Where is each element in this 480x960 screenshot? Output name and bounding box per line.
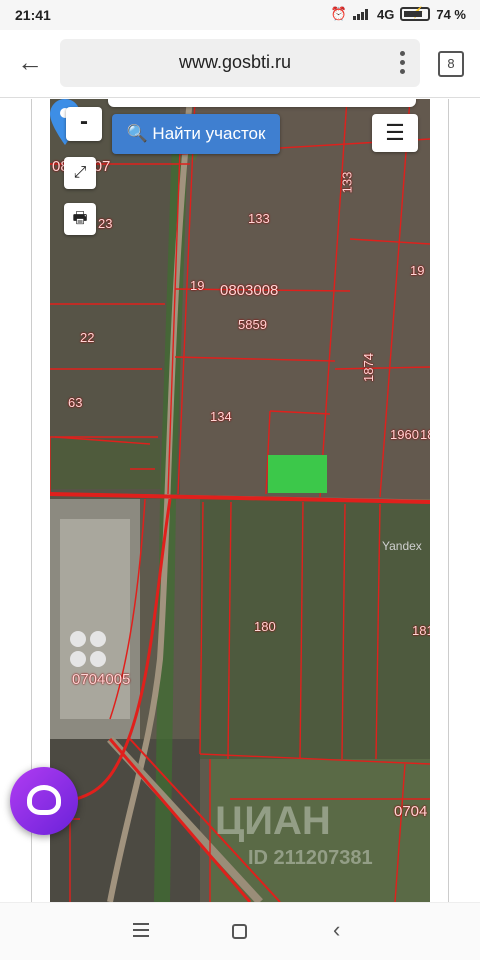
- search-icon: 🔍: [126, 124, 148, 143]
- network-type: 4G: [377, 6, 395, 22]
- parcel-label: 1874: [360, 353, 376, 382]
- watermark-id: ID 211207381: [248, 847, 373, 869]
- selected-parcel[interactable]: [268, 455, 327, 493]
- parcel-label: 1960: [390, 427, 419, 442]
- map-search-field[interactable]: [108, 99, 416, 107]
- browser-toolbar: ← www.gosbti.ru 8: [0, 30, 480, 98]
- battery-percent: 74 %: [436, 6, 466, 22]
- watermark: ЦИАН: [215, 799, 331, 843]
- map-attribution: Yandex: [382, 539, 422, 553]
- layers-menu-button[interactable]: ☰: [372, 114, 418, 152]
- parcel-label: 0704: [394, 803, 428, 820]
- alice-glyph: [27, 785, 61, 815]
- parcel-label: 22: [80, 330, 95, 345]
- kebab-menu-icon[interactable]: [396, 51, 408, 75]
- recent-apps-icon[interactable]: [133, 923, 149, 937]
- url-bar[interactable]: www.gosbti.ru: [60, 39, 420, 87]
- parcel-label: 0803008: [220, 282, 279, 299]
- system-nav-bar: ‹: [0, 902, 480, 960]
- url-text: www.gosbti.ru: [178, 52, 292, 72]
- parcel-label: 5859: [238, 317, 267, 332]
- back-arrow-icon[interactable]: ←: [16, 48, 44, 76]
- battery-charging-icon: ⚡: [400, 7, 431, 21]
- alice-assistant-icon[interactable]: [10, 767, 78, 835]
- parcel-label: 180: [254, 619, 276, 634]
- parcel-label: 0704005: [72, 671, 131, 688]
- back-icon[interactable]: ‹: [333, 919, 340, 941]
- parcel-label: 133: [248, 211, 270, 226]
- signal-icon: [353, 8, 371, 20]
- alarm-icon: ⏰: [330, 6, 348, 21]
- home-icon[interactable]: [232, 924, 247, 939]
- status-icons: ⏰ 4G ⚡ 74 %: [331, 6, 466, 22]
- parcel-label: 19: [190, 278, 205, 293]
- print-icon[interactable]: 🖶: [64, 203, 96, 235]
- parcel-label: 134: [210, 409, 232, 424]
- parcel-label: 19: [410, 263, 425, 278]
- status-time: 21:41: [15, 7, 51, 23]
- status-bar: 21:41 ⏰ 4G ⚡ 74 %: [0, 0, 480, 30]
- find-parcel-button[interactable]: 🔍 Найти участок: [112, 114, 280, 154]
- parcel-label: 181: [412, 623, 430, 638]
- parcel-label: 18: [420, 427, 430, 442]
- parcel-label: 63: [68, 395, 83, 410]
- parcel-label: 23: [98, 216, 113, 231]
- web-page: 0803007 23 133 133 19 0803008 19 22 5859…: [0, 99, 480, 902]
- tab-switcher-button[interactable]: 8: [438, 51, 464, 77]
- parcel-label: 133: [339, 171, 355, 194]
- page-border-right: [448, 99, 449, 902]
- fullscreen-icon[interactable]: ⤢: [64, 157, 96, 189]
- cadastral-map[interactable]: 0803007 23 133 133 19 0803008 19 22 5859…: [50, 99, 430, 902]
- zoom-out-button[interactable]: -: [66, 107, 102, 141]
- find-parcel-label: Найти участок: [152, 124, 266, 143]
